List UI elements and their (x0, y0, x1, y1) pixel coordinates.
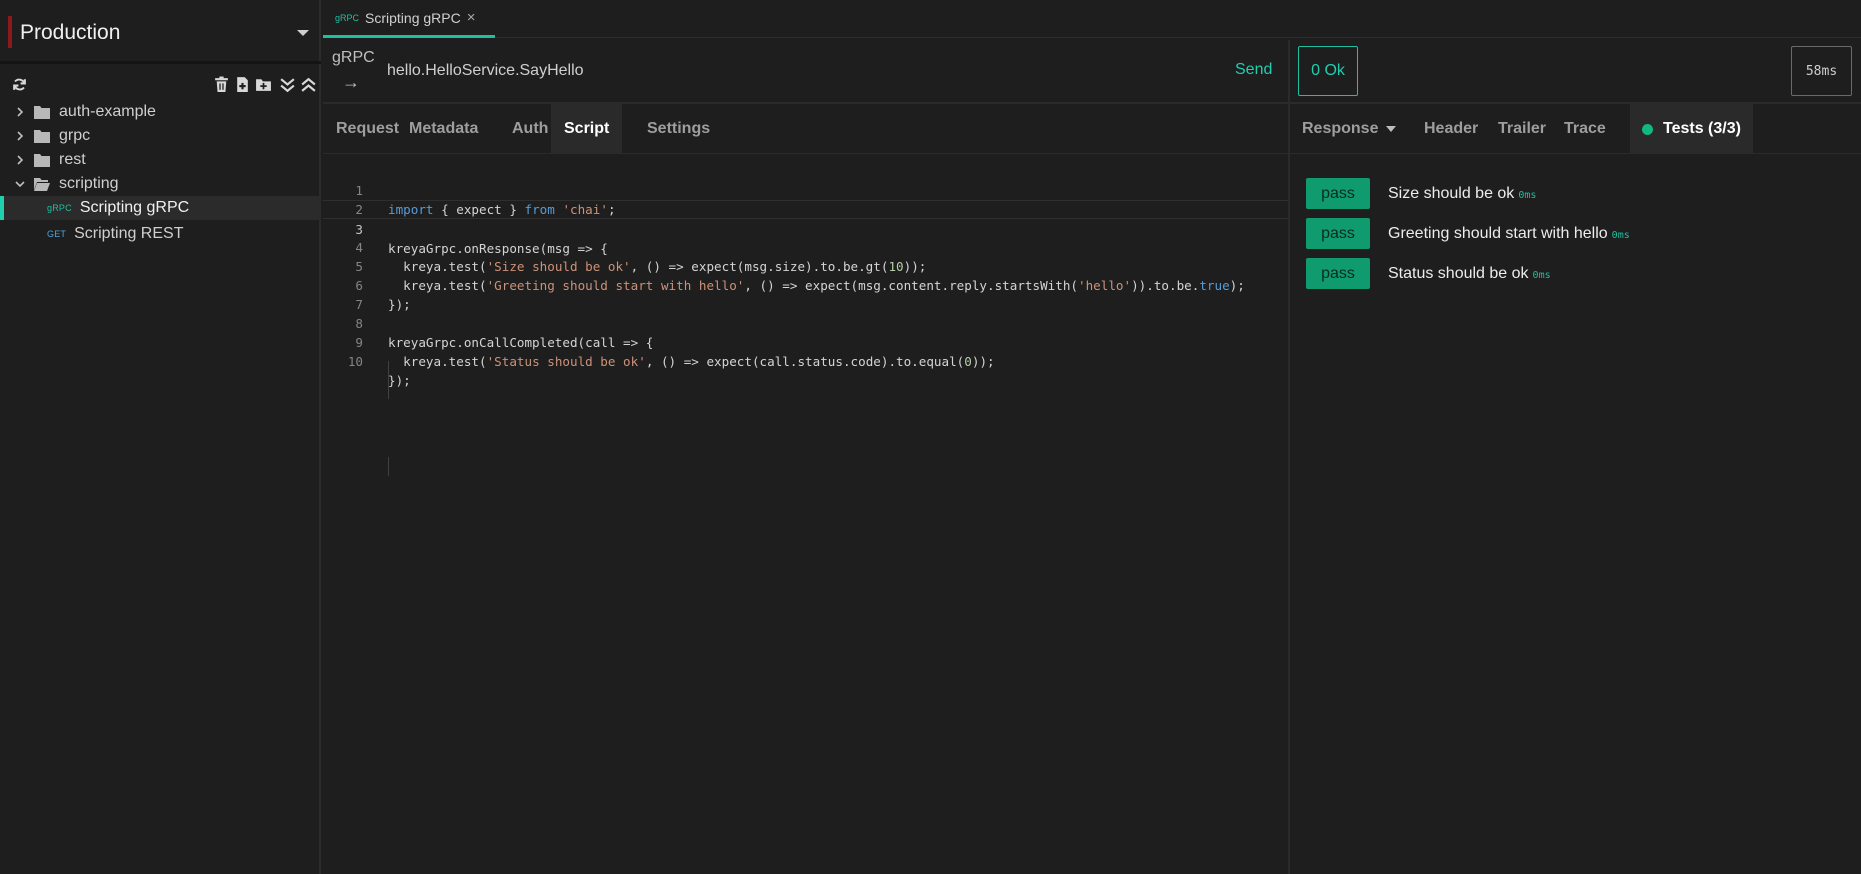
collapse-all-icon[interactable] (298, 74, 318, 94)
tab-trace[interactable]: Trace (1552, 104, 1618, 154)
code-line-current: 3 kreyaGrpc.onResponse(msg => { (323, 200, 1288, 256)
test-duration: 0ms (1532, 270, 1551, 281)
code-line: 6 }); (323, 257, 1288, 312)
tab-label: Scripting gRPC (365, 9, 461, 26)
request-tabs: Request Metadata Auth Script Settings (323, 104, 1288, 154)
sidebar-toolbar (0, 70, 321, 98)
indent-guide (388, 457, 389, 476)
folder-icon (34, 153, 50, 167)
add-file-icon[interactable] (232, 74, 252, 94)
tree-folder-label: scripting (59, 175, 119, 192)
folder-open-icon (34, 177, 50, 191)
response-bar: 0 Ok 58ms (1290, 40, 1861, 104)
add-folder-icon[interactable] (253, 74, 273, 94)
send-button[interactable]: Send (1235, 61, 1272, 79)
test-result-row: pass Status should be ok 0ms (1306, 258, 1551, 289)
pass-badge: pass (1306, 218, 1370, 249)
pass-badge: pass (1306, 178, 1370, 209)
code-line: 9 kreya.test('Status should be ok', () =… (323, 314, 1288, 369)
method-name[interactable]: hello.HelloService.SayHello (387, 62, 584, 80)
tree-item-label: Scripting gRPC (79, 199, 190, 216)
tree-folder-rest[interactable]: rest (0, 148, 319, 172)
test-result-row: pass Greeting should start with hello 0m… (1306, 218, 1630, 249)
tab-settings[interactable]: Settings (634, 104, 723, 154)
tree-folder-grpc[interactable]: grpc (0, 124, 319, 148)
tree-item-scripting-rest[interactable]: GET Scripting REST (0, 222, 319, 246)
code-line: 10 }); (323, 333, 1288, 388)
folder-icon (34, 105, 50, 119)
expand-all-icon[interactable] (277, 74, 297, 94)
dropdown-caret-icon (1386, 126, 1397, 132)
folder-icon (34, 129, 50, 143)
environment-selector[interactable]: Production (0, 0, 321, 64)
chevron-right-icon[interactable] (14, 106, 26, 118)
tree-folder-label: auth-example (59, 103, 156, 120)
line-number: 10 (347, 354, 363, 369)
pass-badge: pass (1306, 258, 1370, 289)
code-text: kreya.test('Status should be ok', () => … (388, 354, 995, 369)
refresh-icon[interactable] (9, 74, 29, 94)
environment-name: Production (20, 21, 121, 44)
tab-metadata[interactable]: Metadata (396, 104, 491, 154)
response-tabs: Response Header Trailer Trace Tests (3/3… (1290, 104, 1861, 154)
code-line: 8 kreyaGrpc.onCallCompleted(call => { (323, 295, 1288, 350)
tab-header[interactable]: Header (1412, 104, 1490, 154)
tab-script[interactable]: Script (551, 104, 623, 154)
test-name: Status should be ok (1388, 264, 1529, 282)
get-tag: GET (47, 229, 67, 239)
call-type-label: gRPC (332, 49, 375, 66)
tab-trailer[interactable]: Trailer (1486, 104, 1558, 154)
tab-scripting-grpc[interactable]: gRPC Scripting gRPC × (323, 0, 495, 38)
sidebar: Production auth-example grpc rest script… (0, 0, 321, 874)
tests-panel: pass Size should be ok 0ms pass Greeting… (1290, 154, 1861, 874)
environment-color-marker (8, 16, 12, 48)
test-duration: 0ms (1611, 230, 1630, 241)
tab-response-label: Response (1302, 120, 1379, 137)
tests-status-dot (1642, 123, 1653, 135)
grpc-tag: gRPC (47, 203, 72, 213)
unary-arrow-icon: → (342, 72, 360, 92)
status-badge: 0 Ok (1298, 46, 1358, 96)
tab-response[interactable]: Response (1290, 104, 1408, 154)
code-line: 4 kreya.test('Size should be ok', () => … (323, 219, 1288, 274)
tree-folder-auth-example[interactable]: auth-example (0, 100, 319, 124)
request-bar: gRPC → hello.HelloService.SayHello Send (323, 40, 1288, 104)
tree-folder-scripting[interactable]: scripting (0, 172, 319, 196)
chevron-down-icon[interactable] (14, 178, 26, 190)
tree-item-scripting-grpc[interactable]: gRPC Scripting gRPC (0, 196, 319, 220)
tree-folder-label: rest (59, 151, 86, 168)
tree-item-label: Scripting REST (74, 225, 184, 242)
tab-tests[interactable]: Tests (3/3) (1630, 104, 1753, 154)
code-text: }); (388, 373, 411, 388)
code-line: 2 (323, 181, 1288, 217)
trash-icon[interactable] (211, 74, 231, 94)
test-name: Size should be ok (1388, 184, 1515, 202)
script-editor[interactable]: 1 import { expect } from 'chai'; 2 3 kre… (323, 154, 1288, 874)
tree-folder-label: grpc (59, 127, 91, 144)
tab-bar: gRPC Scripting gRPC × (323, 0, 1861, 38)
test-duration: 0ms (1518, 190, 1537, 201)
chevron-right-icon[interactable] (14, 130, 26, 142)
environment-dropdown-icon (297, 30, 309, 36)
code-line: 1 import { expect } from 'chai'; (323, 162, 1288, 217)
tab-tests-label: Tests (3/3) (1663, 120, 1741, 137)
test-name: Greeting should start with hello (1388, 224, 1608, 242)
duration-badge: 58ms (1791, 46, 1852, 96)
close-icon[interactable]: × (467, 9, 476, 26)
code-line: 5 kreya.test('Greeting should start with… (323, 238, 1288, 293)
code-line: 7 (323, 276, 1288, 312)
chevron-right-icon[interactable] (14, 154, 26, 166)
grpc-tag: gRPC (335, 12, 360, 23)
test-result-row: pass Size should be ok 0ms (1306, 178, 1536, 209)
